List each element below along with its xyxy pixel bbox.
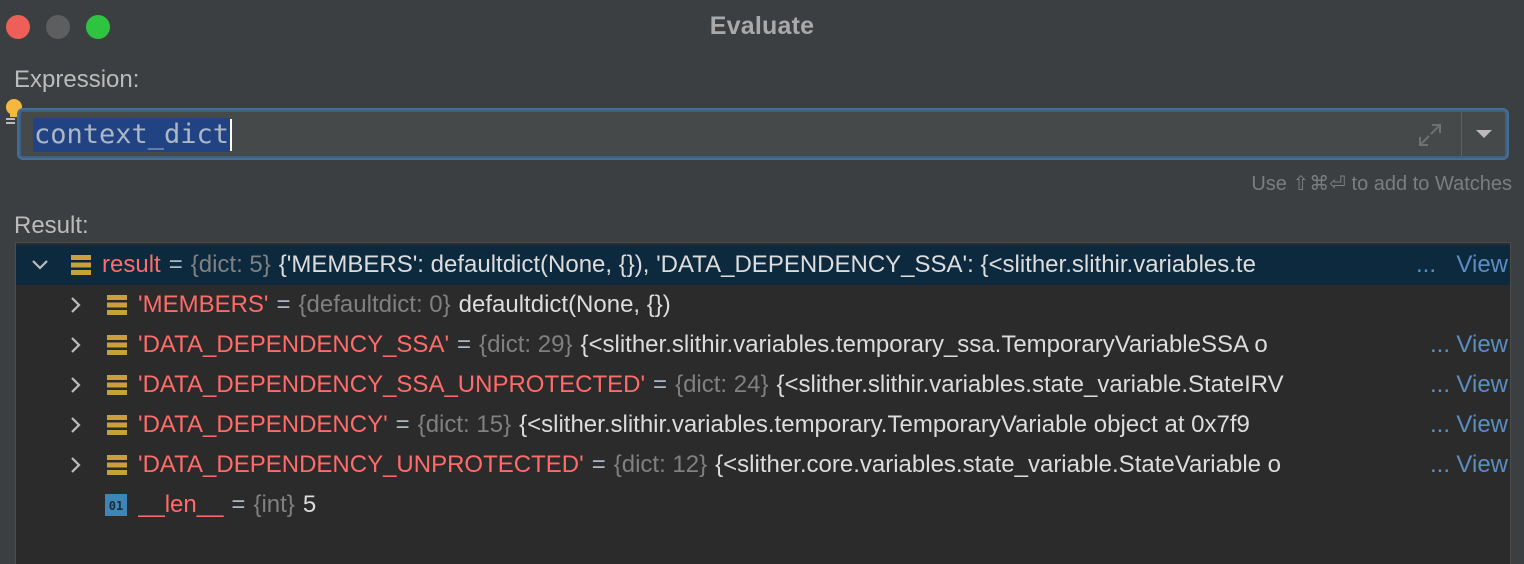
svg-text:01: 01 — [109, 499, 123, 513]
variable-value: {<slither.slithir.variables.temporary_ss… — [580, 331, 1268, 358]
expression-text[interactable]: context_dict — [33, 118, 231, 152]
tree-row-data-dependency[interactable]: 'DATA_DEPENDENCY' = {dict: 15} {<slither… — [16, 405, 1510, 445]
tree-row-members[interactable]: 'MEMBERS' = {defaultdict: 0} defaultdict… — [16, 285, 1510, 325]
variable-type: {int} — [253, 491, 295, 518]
variable-name: 'MEMBERS' — [138, 291, 269, 318]
variable-name: 'DATA_DEPENDENCY_UNPROTECTED' — [138, 451, 584, 478]
variable-name: 'DATA_DEPENDENCY_SSA_UNPROTECTED' — [138, 371, 646, 398]
ellipsis: ... — [1415, 251, 1436, 278]
tree-row-len[interactable]: 01 __len__ = {int} 5 — [16, 485, 1510, 525]
variable-type: {dict: 15} — [417, 411, 512, 438]
variable-value: {'MEMBERS': defaultdict(None, {}), 'DATA… — [278, 251, 1256, 278]
variable-type: {dict: 29} — [479, 331, 573, 358]
title-bar: Evaluate — [0, 0, 1524, 52]
int-icon: 01 — [105, 494, 127, 516]
variable-value: 5 — [302, 491, 317, 518]
expression-input[interactable]: context_dict — [19, 110, 1507, 158]
expand-icon[interactable] — [1417, 122, 1443, 148]
ellipsis: ... — [1429, 331, 1450, 358]
ellipsis: ... — [1429, 371, 1450, 398]
variable-type: {dict: 24} — [675, 371, 769, 398]
dict-icon — [107, 375, 127, 395]
variable-name: __len__ — [138, 491, 224, 518]
chevron-right-icon[interactable] — [66, 455, 86, 475]
tree-row-data-dependency-ssa-unprotected[interactable]: 'DATA_DEPENDENCY_SSA_UNPROTECTED' = {dic… — [16, 365, 1510, 405]
variable-value: {<slither.core.variables.state_variable.… — [715, 451, 1282, 478]
history-dropdown-button[interactable] — [1462, 112, 1505, 156]
dict-icon — [71, 255, 91, 275]
chevron-down-icon[interactable] — [30, 255, 50, 275]
view-link[interactable]: View — [1456, 371, 1508, 399]
expression-label: Expression: — [14, 66, 140, 93]
add-to-watches-hint: Use ⇧⌘⏎ to add to Watches — [1251, 173, 1512, 195]
dict-icon — [107, 455, 127, 475]
ellipsis: ... — [1429, 451, 1450, 478]
tree-row-result[interactable]: result = {dict: 5} {'MEMBERS': defaultdi… — [16, 245, 1510, 285]
variable-value: {<slither.slithir.variables.temporary.Te… — [519, 411, 1250, 438]
dict-icon — [107, 295, 127, 315]
view-link[interactable]: View — [1456, 331, 1508, 359]
variable-name: 'DATA_DEPENDENCY_SSA' — [138, 331, 450, 358]
text-caret — [230, 119, 233, 151]
result-label: Result: — [14, 212, 89, 239]
chevron-right-icon[interactable] — [66, 295, 86, 315]
chevron-right-icon[interactable] — [66, 335, 86, 355]
chevron-right-icon[interactable] — [66, 375, 86, 395]
chevron-down-icon — [1475, 130, 1492, 138]
variable-type: {defaultdict: 0} — [298, 291, 451, 318]
variable-name: 'DATA_DEPENDENCY' — [138, 411, 388, 438]
tree-row-data-dependency-unprotected[interactable]: 'DATA_DEPENDENCY_UNPROTECTED' = {dict: 1… — [16, 445, 1510, 485]
tree-row-data-dependency-ssa[interactable]: 'DATA_DEPENDENCY_SSA' = {dict: 29} {<sli… — [16, 325, 1510, 365]
variable-name: result — [102, 251, 161, 278]
variable-value: {<slither.slithir.variables.state_variab… — [776, 371, 1284, 398]
window-title: Evaluate — [709, 12, 815, 40]
variable-type: {dict: 12} — [613, 451, 708, 478]
dict-icon — [107, 335, 127, 355]
view-link[interactable]: View — [1456, 411, 1508, 439]
view-link[interactable]: View — [1456, 451, 1508, 479]
result-tree[interactable]: result = {dict: 5} {'MEMBERS': defaultdi… — [15, 242, 1511, 564]
view-link[interactable]: View — [1456, 251, 1508, 279]
ellipsis: ... — [1429, 411, 1450, 438]
chevron-right-icon[interactable] — [66, 415, 86, 435]
dict-icon — [107, 415, 127, 435]
variable-type: {dict: 5} — [190, 251, 271, 278]
variable-value: defaultdict(None, {}) — [458, 291, 671, 318]
